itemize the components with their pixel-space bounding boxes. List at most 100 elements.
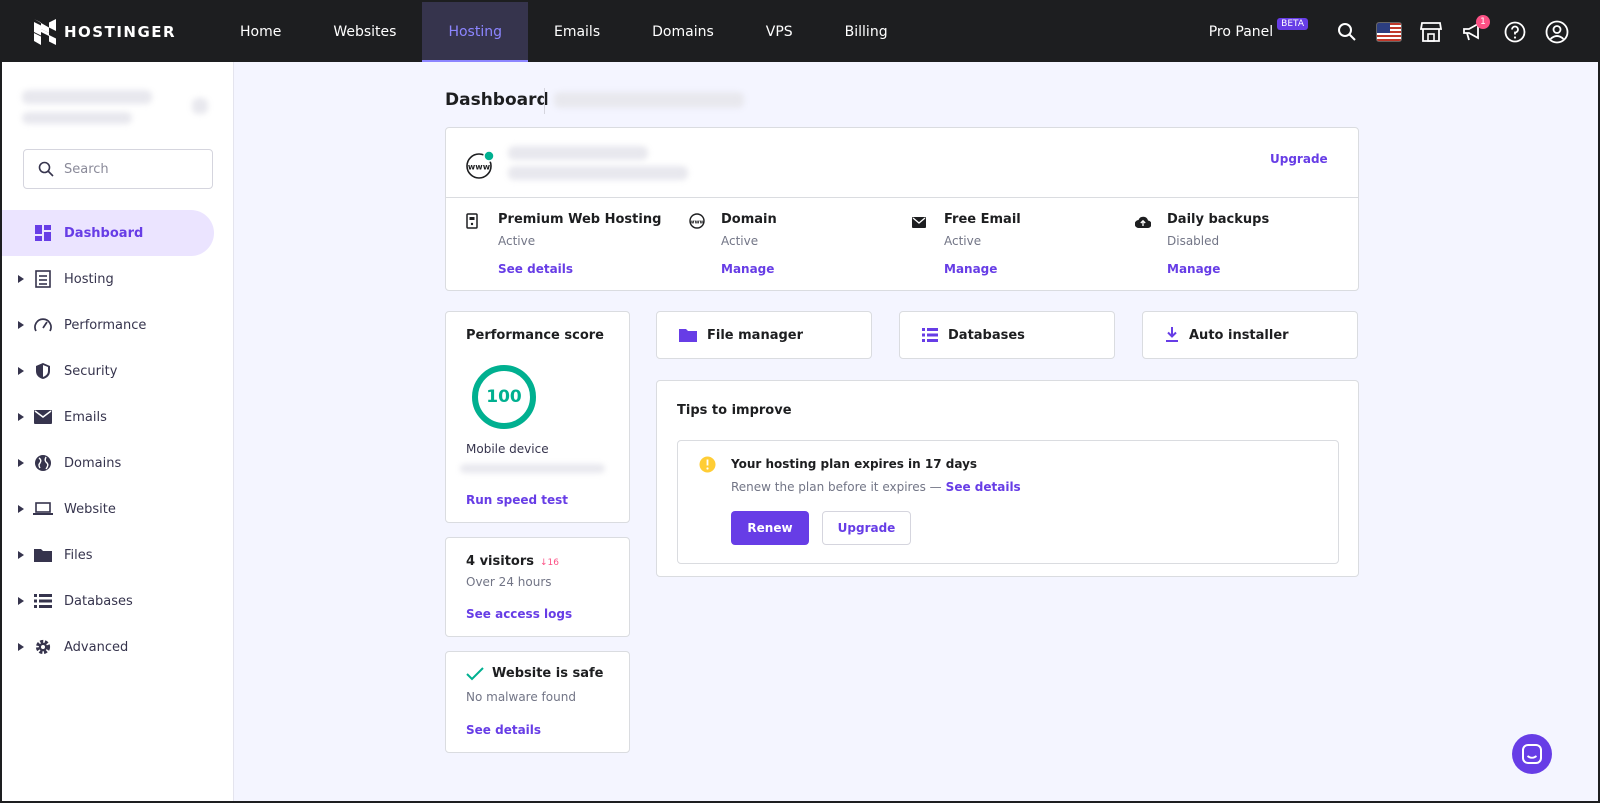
visitors-card: 4 visitors ↓16 Over 24 hours See access … xyxy=(445,537,630,637)
renew-button[interactable]: Renew xyxy=(731,511,809,545)
us-flag-icon[interactable] xyxy=(1376,19,1402,45)
alert-text-row: Renew the plan before it expires — See d… xyxy=(731,480,1021,494)
website-safe-card: Website is safe No malware found See det… xyxy=(445,651,630,753)
caret-right-icon xyxy=(2,413,30,421)
upgrade-button[interactable]: Upgrade xyxy=(822,511,911,545)
help-icon[interactable] xyxy=(1502,19,1528,45)
quick-action-label: Auto installer xyxy=(1189,327,1289,343)
search-icon xyxy=(38,161,54,177)
sidebar-item-dashboard[interactable]: Dashboard xyxy=(2,210,214,256)
sidebar-item-emails[interactable]: Emails xyxy=(2,394,214,440)
quick-action-auto-installer[interactable]: Auto installer xyxy=(1142,311,1358,359)
envelope-icon xyxy=(912,213,934,276)
sidebar-item-security[interactable]: Security xyxy=(2,348,214,394)
nav-vps[interactable]: VPS xyxy=(740,2,819,62)
sidebar-item-files[interactable]: Files xyxy=(2,532,214,578)
performance-device: Mobile device xyxy=(466,442,549,456)
caret-right-icon xyxy=(2,459,30,467)
folder-icon xyxy=(679,329,697,342)
svg-text:www: www xyxy=(468,163,491,172)
sidebar-item-label: Performance xyxy=(64,317,147,333)
tips-title: Tips to improve xyxy=(677,403,792,418)
sidebar-item-label: Website xyxy=(64,501,116,517)
sidebar-item-label: Security xyxy=(64,363,118,379)
service-status: Active xyxy=(721,234,759,248)
caret-right-icon xyxy=(2,505,30,513)
sidebar-item-website[interactable]: Website xyxy=(2,486,214,532)
database-icon xyxy=(922,328,938,342)
nav-websites[interactable]: Websites xyxy=(307,2,422,62)
server-icon xyxy=(30,270,56,288)
account-selector-blurred[interactable] xyxy=(22,86,212,136)
top-right-tools: Pro Panel BETA 1 xyxy=(1208,15,1578,45)
alert-title: Your hosting plan expires in 17 days xyxy=(731,457,978,471)
sidebar: Search Dashboard Hosting Performance Sec… xyxy=(2,62,234,801)
hostinger-logo[interactable]: HOSTINGER xyxy=(34,19,214,45)
service-free-email: Free Email Active Manage xyxy=(912,212,1021,276)
visitors-count: 4 visitors xyxy=(466,554,534,569)
sidebar-item-performance[interactable]: Performance xyxy=(2,302,214,348)
hostinger-logo-icon xyxy=(34,19,56,45)
sidebar-item-domains[interactable]: Domains xyxy=(2,440,214,486)
sidebar-item-databases[interactable]: Databases xyxy=(2,578,214,624)
service-status: Disabled xyxy=(1167,234,1220,248)
sidebar-item-label: Hosting xyxy=(64,271,114,287)
search-icon[interactable] xyxy=(1334,19,1360,45)
service-see-details-link[interactable]: See details xyxy=(498,262,661,276)
safety-subtitle: No malware found xyxy=(466,690,576,704)
chat-support-button[interactable] xyxy=(1512,734,1552,774)
brand-name: HOSTINGER xyxy=(64,23,177,41)
service-title: Daily backups xyxy=(1167,212,1270,227)
quick-action-file-manager[interactable]: File manager xyxy=(656,311,872,359)
sidebar-item-label: Dashboard xyxy=(64,225,144,241)
performance-title: Performance score xyxy=(466,328,604,343)
sidebar-item-hosting[interactable]: Hosting xyxy=(2,256,214,302)
quick-action-label: Databases xyxy=(948,327,1025,343)
gear-icon xyxy=(30,638,56,656)
nav-hosting[interactable]: Hosting xyxy=(422,2,528,62)
nav-domains[interactable]: Domains xyxy=(626,2,740,62)
quick-action-databases[interactable]: Databases xyxy=(899,311,1115,359)
megaphone-icon[interactable]: 1 xyxy=(1460,15,1490,45)
alert-text: Renew the plan before it expires — xyxy=(731,480,942,494)
sidebar-item-label: Databases xyxy=(64,593,133,609)
alert-see-details-link[interactable]: See details xyxy=(946,480,1021,494)
sidebar-search-input[interactable]: Search xyxy=(23,149,213,189)
service-manage-link[interactable]: Manage xyxy=(1167,262,1269,276)
service-manage-link[interactable]: Manage xyxy=(721,262,777,276)
expiry-alert: Your hosting plan expires in 17 days Ren… xyxy=(677,440,1339,564)
sidebar-item-label: Advanced xyxy=(64,639,129,655)
pro-panel-label: Pro Panel xyxy=(1208,24,1274,40)
caret-right-icon xyxy=(2,275,30,283)
www-icon: www xyxy=(689,213,711,276)
safety-title: Website is safe xyxy=(492,666,604,681)
nav-emails[interactable]: Emails xyxy=(528,2,626,62)
caret-right-icon xyxy=(2,643,30,651)
see-access-logs-link[interactable]: See access logs xyxy=(466,607,572,621)
service-premium-hosting: Premium Web Hosting Active See details xyxy=(466,212,661,276)
account-icon[interactable] xyxy=(1544,19,1570,45)
overview-upgrade-link[interactable]: Upgrade xyxy=(1270,152,1328,166)
safety-header: Website is safe xyxy=(466,666,603,681)
safety-see-details-link[interactable]: See details xyxy=(466,723,541,737)
divider xyxy=(446,197,1358,198)
store-icon[interactable] xyxy=(1418,19,1444,45)
run-speed-test-link[interactable]: Run speed test xyxy=(466,493,568,507)
sidebar-item-advanced[interactable]: Advanced xyxy=(2,624,214,670)
visitors-header: 4 visitors ↓16 xyxy=(466,554,559,569)
globe-icon xyxy=(30,454,56,472)
checkmark-icon xyxy=(466,666,484,680)
nav-home[interactable]: Home xyxy=(214,2,307,62)
notification-badge: 1 xyxy=(1476,15,1490,29)
svg-text:www: www xyxy=(689,220,704,226)
hosting-icon xyxy=(466,213,488,276)
warning-icon xyxy=(699,456,716,477)
nav-billing[interactable]: Billing xyxy=(819,2,914,62)
service-title: Premium Web Hosting xyxy=(498,212,662,227)
service-manage-link[interactable]: Manage xyxy=(944,262,1021,276)
pro-panel-link[interactable]: Pro Panel BETA xyxy=(1208,18,1308,40)
caret-right-icon xyxy=(2,597,30,605)
caret-right-icon xyxy=(2,551,30,559)
performance-score-card: Performance score 100 Mobile device Run … xyxy=(445,311,630,523)
tips-card: Tips to improve Your hosting plan expire… xyxy=(656,380,1359,577)
